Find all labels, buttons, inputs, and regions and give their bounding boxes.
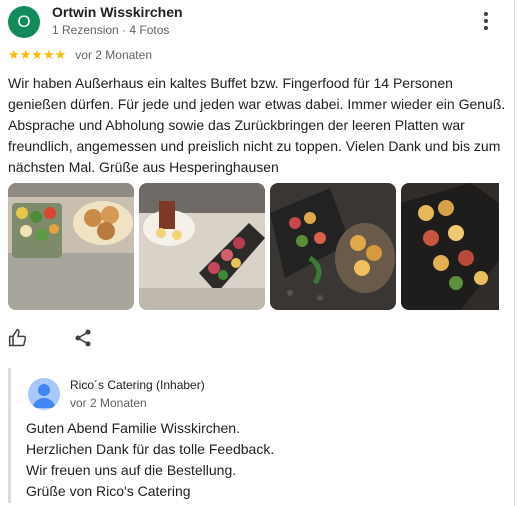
share-icon[interactable] (73, 328, 93, 348)
panel-border (514, 0, 515, 506)
owner-reply-date: vor 2 Monaten (70, 396, 147, 410)
review-photo-4[interactable] (401, 183, 499, 310)
reply-line: Grüße von Rico's Catering (26, 483, 191, 499)
more-options-icon[interactable] (478, 10, 494, 32)
review-header: O Ortwin Wisskirchen 1 Rezension · 4 Fot… (8, 4, 508, 40)
reviewer-name[interactable]: Ortwin Wisskirchen (52, 4, 183, 20)
review-date: vor 2 Monaten (75, 48, 152, 62)
reply-line: Guten Abend Familie Wisskirchen. (26, 420, 240, 436)
reviewer-avatar[interactable]: O (8, 6, 40, 38)
photo-strip (8, 183, 499, 310)
owner-reply-text: Guten Abend Familie Wisskirchen. Herzlic… (26, 418, 274, 502)
person-icon (28, 378, 60, 410)
reply-line: Wir freuen uns auf die Bestellung. (26, 462, 237, 478)
star-rating: ★★★★★ (8, 47, 67, 62)
review-actions (8, 328, 128, 348)
owner-reply: Rico´s Catering (Inhaber) vor 2 Monaten … (8, 368, 508, 503)
thumbs-up-icon[interactable] (8, 328, 28, 348)
food-photo-icon (8, 183, 134, 310)
review-text: Wir haben Außerhaus ein kaltes Buffet bz… (8, 75, 506, 175)
review-photo-3[interactable] (270, 183, 396, 310)
review-photo-1[interactable] (8, 183, 134, 310)
reviewer-meta: 1 Rezension · 4 Fotos (52, 23, 170, 37)
reply-line: Herzlichen Dank für das tolle Feedback. (26, 441, 275, 457)
review-photo-2[interactable] (139, 183, 265, 310)
rating-row: ★★★★★ vor 2 Monaten (8, 47, 152, 63)
owner-name: Rico´s Catering (Inhaber) (70, 378, 205, 392)
